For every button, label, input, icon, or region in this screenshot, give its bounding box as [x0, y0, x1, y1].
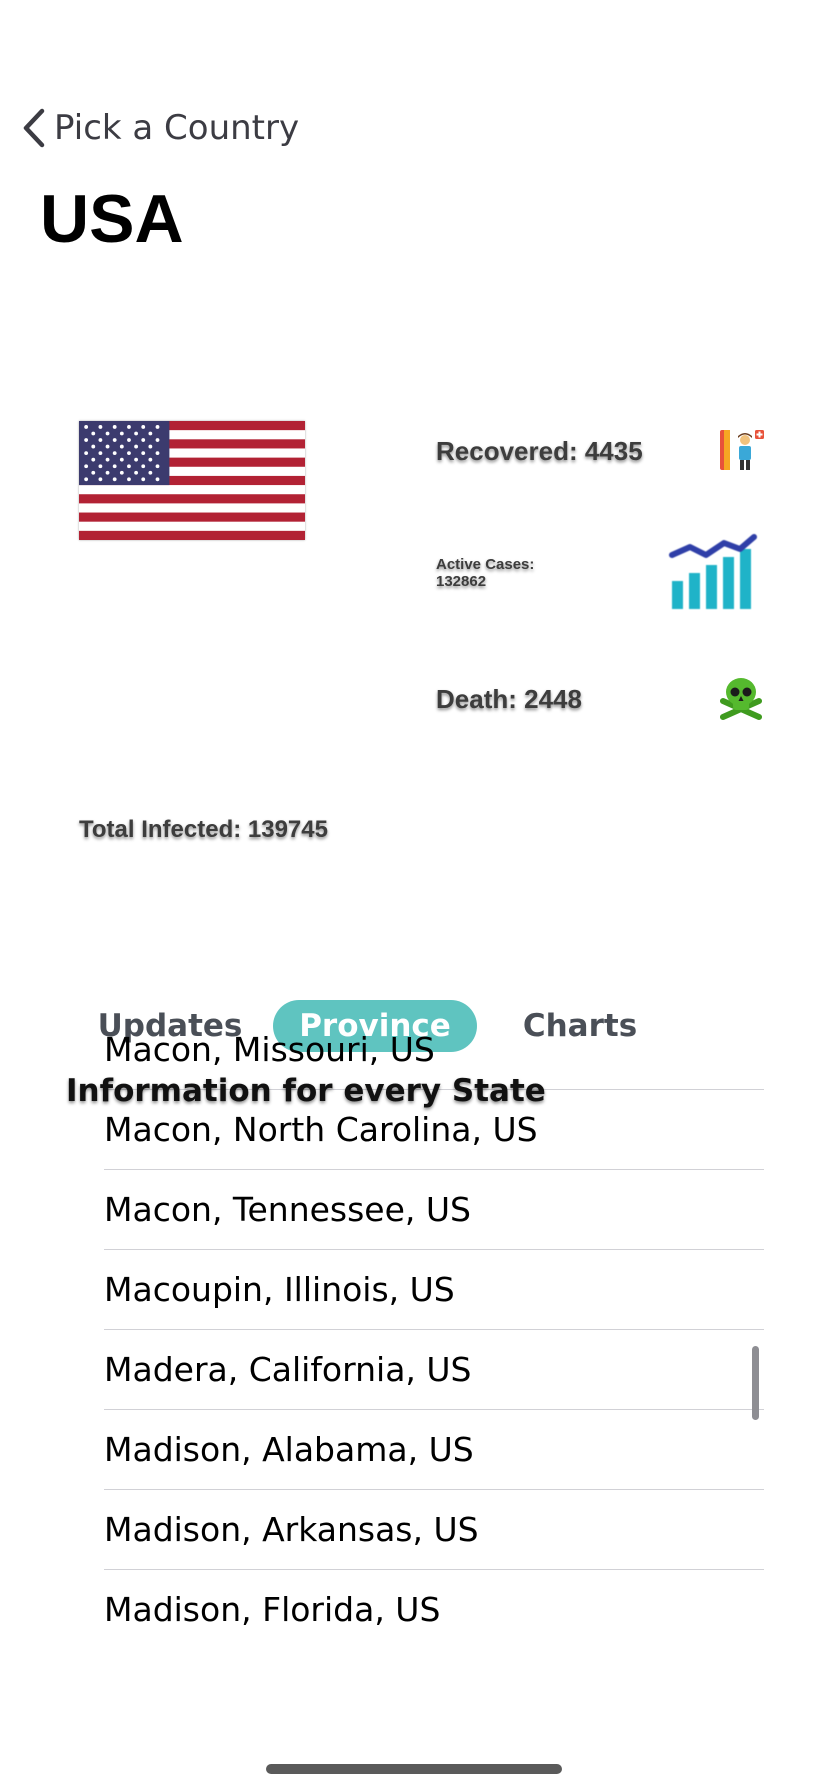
recovered-stat: Recovered: 4435 [436, 436, 643, 466]
back-button[interactable]: Pick a Country [22, 108, 299, 148]
us-flag-image [79, 421, 305, 540]
skull-crossbones-icon [720, 678, 762, 720]
back-button-label: Pick a Country [54, 108, 300, 148]
chart-trend-icon [669, 534, 757, 609]
recovered-person-icon [720, 430, 764, 470]
home-indicator[interactable] [266, 1764, 562, 1774]
list-item[interactable]: Madison, Alabama, US [104, 1410, 764, 1490]
chevron-left-icon [23, 108, 45, 148]
list-item[interactable]: Madison, Florida, US [104, 1570, 764, 1650]
death-stat: Death: 2448 [436, 684, 582, 714]
list-item[interactable]: Madison, Arkansas, US [104, 1490, 764, 1570]
page-title: USA [40, 181, 184, 257]
active-cases-stat: Active Cases: 132862 [436, 556, 535, 591]
list-item[interactable]: Macoupin, Illinois, US [104, 1250, 764, 1330]
section-header: Information for every State [66, 1073, 546, 1109]
state-list[interactable]: Macon, Missouri, US Macon, North Carolin… [104, 1034, 764, 1674]
list-item[interactable]: Macon, Tennessee, US [104, 1170, 764, 1250]
total-infected-stat: Total Infected: 139745 [79, 816, 328, 843]
scroll-indicator[interactable] [752, 1346, 759, 1420]
list-item[interactable]: Madera, California, US [104, 1330, 764, 1410]
